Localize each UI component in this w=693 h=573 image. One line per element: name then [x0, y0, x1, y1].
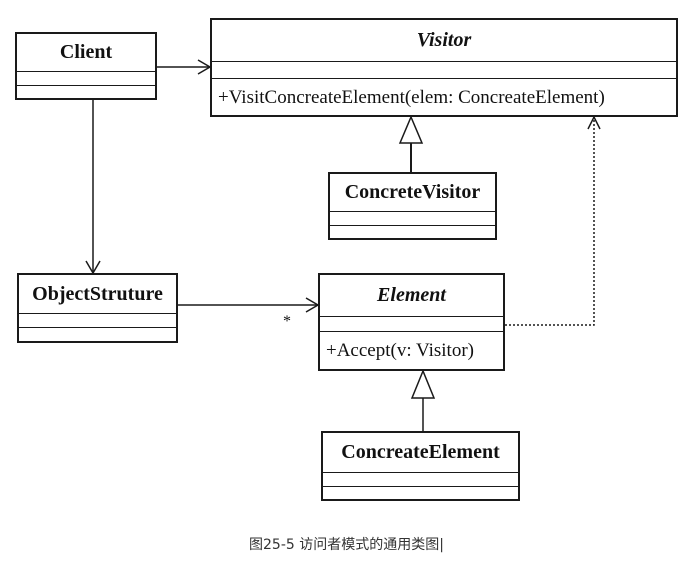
class-concreateelement[interactable]: ConcreateElement — [321, 431, 520, 501]
association-objectstructure-element — [178, 297, 320, 313]
class-client-operations — [17, 86, 155, 99]
class-client[interactable]: Client — [15, 32, 157, 100]
class-element-attributes — [320, 317, 503, 332]
class-visitor-attributes — [212, 62, 676, 79]
association-client-visitor — [157, 59, 212, 75]
class-objectstructure[interactable]: ObjectStruture — [17, 273, 178, 343]
generalization-concretevisitor-visitor — [398, 115, 424, 172]
class-concreateelement-attributes — [323, 473, 518, 487]
class-element[interactable]: Element +Accept(v: Visitor) — [318, 273, 505, 371]
class-visitor-operation: +VisitConcreateElement(elem: ConcreateEl… — [218, 86, 605, 108]
multiplicity-label: * — [283, 313, 291, 330]
class-element-name: Element — [320, 275, 503, 317]
class-concretevisitor-name: ConcreteVisitor — [330, 174, 495, 212]
class-visitor[interactable]: Visitor +VisitConcreateElement(elem: Con… — [210, 18, 678, 117]
class-element-operation: +Accept(v: Visitor) — [326, 340, 474, 361]
generalization-concreateelement-element — [410, 369, 436, 431]
association-client-objectstructure — [85, 100, 101, 275]
figure-caption: 图25-5 访问者模式的通用类图| — [249, 537, 444, 553]
class-concreateelement-operations — [323, 487, 518, 500]
class-client-name: Client — [17, 34, 155, 72]
class-concretevisitor-operations — [330, 226, 495, 239]
class-visitor-name: Visitor — [212, 20, 676, 62]
class-client-attributes — [17, 72, 155, 86]
class-objectstructure-operations — [19, 328, 176, 342]
class-concreateelement-name: ConcreateElement — [323, 433, 518, 473]
class-concretevisitor[interactable]: ConcreteVisitor — [328, 172, 497, 240]
class-concretevisitor-attributes — [330, 212, 495, 226]
class-objectstructure-name: ObjectStruture — [19, 275, 176, 314]
class-objectstructure-attributes — [19, 314, 176, 328]
dependency-element-visitor — [505, 115, 601, 326]
